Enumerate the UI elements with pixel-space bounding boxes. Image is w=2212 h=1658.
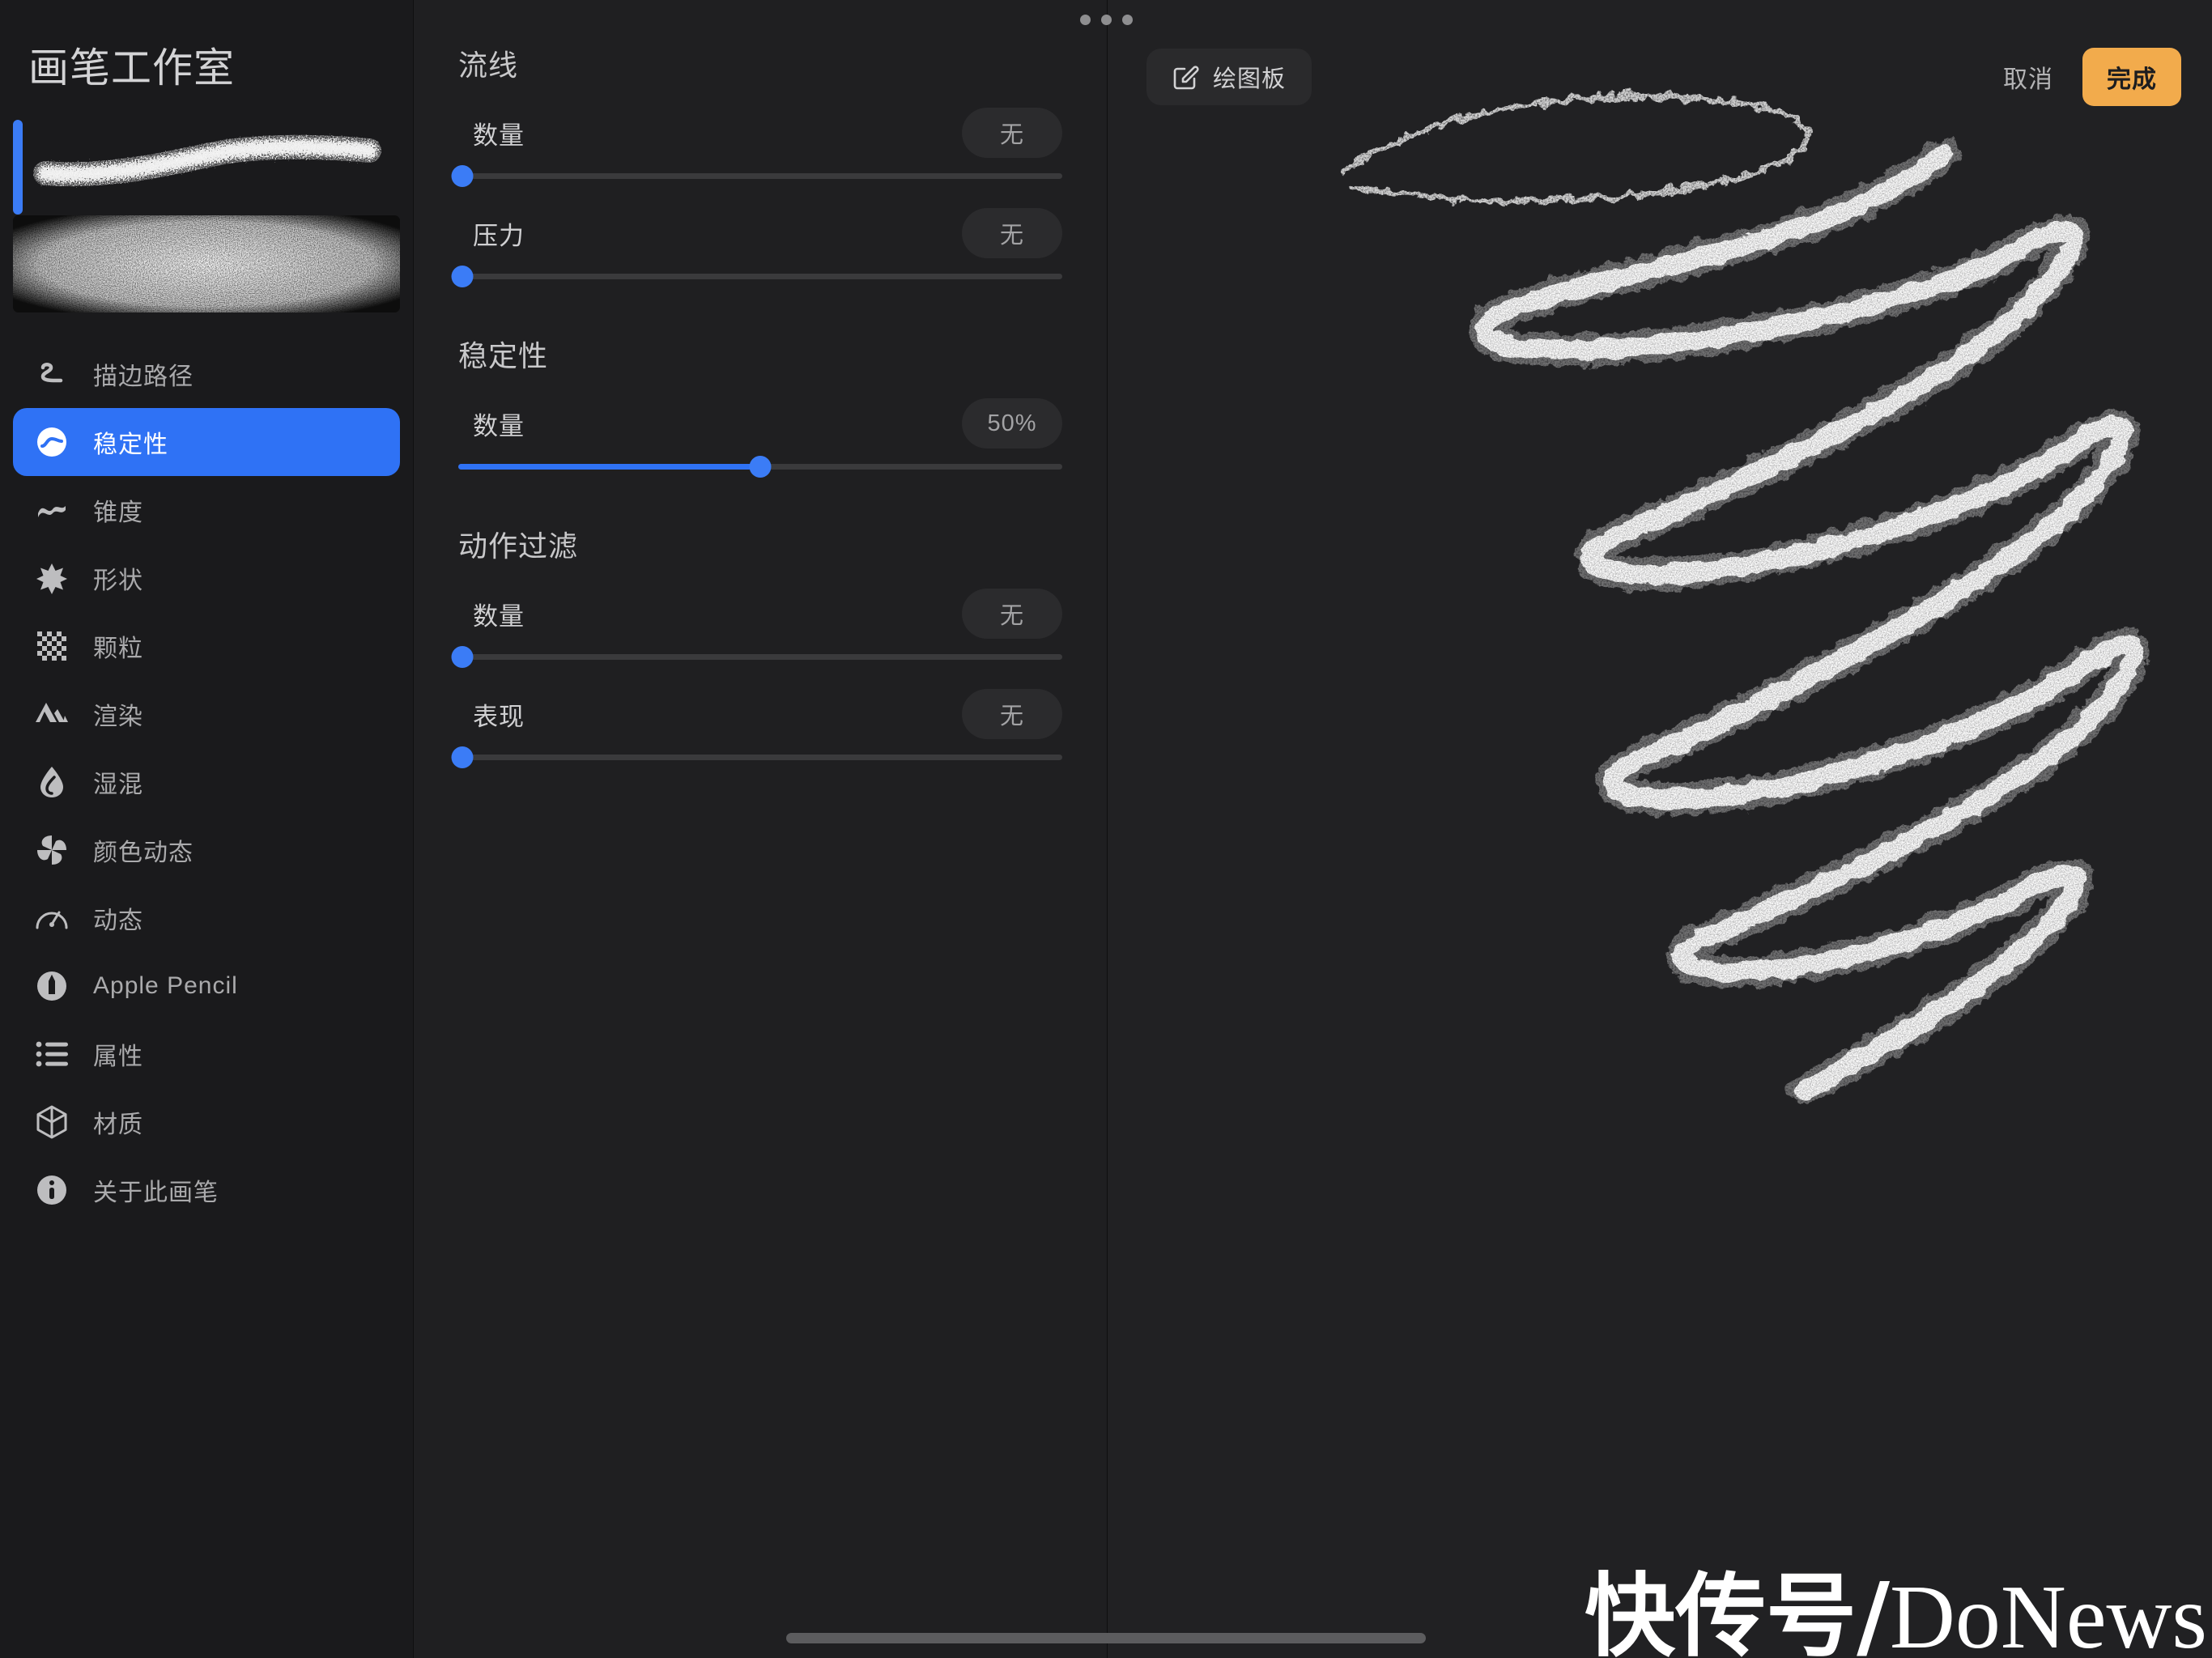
group-title-stabilization: 稳定性 — [458, 339, 549, 372]
sidebar-item-material[interactable]: 材质 — [13, 1088, 400, 1156]
sidebar-item-rendering[interactable]: 渲染 — [13, 680, 400, 748]
sidebar-item-label: 渲染 — [93, 704, 143, 730]
sidebar-item-stroke-path[interactable]: 描边路径 — [13, 340, 400, 408]
slider-thumb[interactable] — [451, 165, 474, 187]
page-title: 画笔工作室 — [28, 45, 235, 91]
slider-thumb[interactable] — [451, 746, 474, 768]
settings-panel: 流线 数量 无 压力 无 稳定性 数量 50% 动作过滤 数量 无 表现 无 — [413, 0, 1108, 1658]
slider-track — [458, 654, 1062, 660]
compose-square-pencil-icon — [1172, 63, 1200, 91]
drawing-pad-button[interactable]: 绘图板 — [1146, 49, 1312, 105]
stroke-path-icon — [35, 357, 69, 391]
rendering-mountains-icon — [35, 697, 69, 731]
sidebar-item-stabilization[interactable]: 稳定性 — [13, 408, 400, 476]
setting-label: 数量 — [473, 602, 525, 631]
drawing-canvas[interactable]: 绘图板 取消 完成 快传号/DoNews — [1108, 0, 2212, 1658]
brush-preview-area — [0, 115, 413, 312]
sidebar-item-label: 稳定性 — [93, 432, 168, 458]
setting-row-streamline-amount: 数量 无 — [451, 106, 1062, 192]
cancel-button[interactable]: 取消 — [2003, 59, 2053, 95]
group-title-streamline: 流线 — [458, 49, 519, 82]
slider-track — [458, 173, 1062, 179]
slider-track — [458, 274, 1062, 279]
setting-row-motion-expression: 表现 无 — [451, 687, 1062, 773]
stabilization-icon — [35, 425, 69, 459]
watermark-en: DoNews — [1890, 1567, 2207, 1658]
setting-row-stabilization-amount: 数量 50% — [458, 397, 1062, 483]
drawing-pad-label: 绘图板 — [1213, 66, 1287, 92]
sidebar-item-dynamics[interactable]: 动态 — [13, 884, 400, 952]
setting-slider[interactable] — [451, 161, 1062, 192]
done-button[interactable]: 完成 — [2082, 48, 2181, 106]
attributes-list-icon — [35, 1037, 69, 1071]
setting-slider[interactable] — [451, 642, 1062, 673]
sidebar-item-wet-mix[interactable]: 湿混 — [13, 748, 400, 816]
material-cube-icon — [35, 1105, 69, 1139]
setting-value-badge[interactable]: 无 — [962, 108, 1062, 158]
slider-thumb[interactable] — [749, 456, 772, 478]
grabber-dot — [1100, 15, 1112, 25]
sidebar-item-apple-pencil[interactable]: Apple Pencil — [13, 952, 400, 1020]
taper-icon — [35, 493, 69, 527]
slider-thumb[interactable] — [451, 266, 474, 287]
stroke-preview[interactable] — [13, 115, 400, 212]
grain-preview-graphic — [13, 215, 400, 312]
sidebar-item-about-brush[interactable]: 关于此画笔 — [13, 1156, 400, 1224]
setting-row-streamline-pressure: 压力 无 — [451, 206, 1062, 292]
brush-studio-window: 画笔工作室 描边路径 稳定性 锥度 形状 颗粒 渲染 湿混 颜色动态 动态 Ap… — [0, 0, 2212, 1658]
sidebar-item-label: 锥度 — [93, 500, 143, 526]
grain-preview[interactable] — [13, 215, 400, 312]
sidebar-item-attributes[interactable]: 属性 — [13, 1020, 400, 1088]
group-title-motion-filter: 动作过滤 — [458, 529, 579, 563]
setting-value-badge[interactable]: 50% — [962, 398, 1062, 449]
shape-star-icon — [35, 561, 69, 595]
setting-value-badge[interactable]: 无 — [962, 208, 1062, 258]
setting-label: 表现 — [473, 702, 525, 731]
grabber-dot — [1121, 15, 1133, 25]
setting-slider[interactable] — [451, 742, 1062, 773]
setting-label: 数量 — [473, 411, 525, 440]
canvas-scribble — [1339, 93, 2150, 1107]
dynamics-gauge-icon — [35, 901, 69, 935]
sidebar-item-label: 形状 — [93, 568, 143, 594]
sidebar-item-label: 颜色动态 — [93, 840, 194, 866]
sidebar-item-label: Apple Pencil — [93, 972, 238, 999]
watermark-cn: 快传号/ — [1585, 1564, 1891, 1658]
watermark: 快传号/DoNews — [1585, 1571, 2207, 1658]
sidebar-item-label: 属性 — [93, 1044, 143, 1070]
setting-slider[interactable] — [458, 452, 1062, 483]
setting-value-badge[interactable]: 无 — [962, 689, 1062, 739]
stroke-preview-graphic — [33, 134, 381, 187]
setting-label: 数量 — [473, 121, 525, 150]
sidebar-item-label: 湿混 — [93, 772, 143, 798]
about-info-icon — [35, 1173, 69, 1207]
sidebar-item-shape[interactable]: 形状 — [13, 544, 400, 612]
sidebar-item-color-dynamics[interactable]: 颜色动态 — [13, 816, 400, 884]
slider-track — [458, 755, 1062, 760]
sidebar-item-label: 关于此画笔 — [93, 1180, 219, 1206]
setting-label: 压力 — [473, 221, 525, 250]
color-dynamics-pinwheel-icon — [35, 833, 69, 867]
sidebar-nav-list: 描边路径 稳定性 锥度 形状 颗粒 渲染 湿混 颜色动态 动态 Apple Pe… — [0, 340, 413, 1224]
window-grabber[interactable] — [0, 15, 2212, 25]
home-indicator[interactable] — [786, 1633, 1426, 1643]
sidebar-item-label: 动态 — [93, 908, 143, 934]
grain-checker-icon — [35, 629, 69, 663]
canvas-toolbar: 绘图板 取消 完成 — [1108, 47, 2212, 107]
sidebar-item-label: 材质 — [93, 1112, 143, 1138]
apple-pencil-icon — [35, 969, 69, 1003]
slider-fill — [458, 464, 760, 470]
setting-slider[interactable] — [451, 261, 1062, 292]
sidebar: 画笔工作室 描边路径 稳定性 锥度 形状 颗粒 渲染 湿混 颜色动态 动态 Ap… — [0, 0, 413, 1658]
grabber-dot — [1079, 15, 1091, 25]
slider-thumb[interactable] — [451, 646, 474, 668]
sidebar-item-label: 颗粒 — [93, 636, 143, 662]
wet-mix-droplet-icon — [35, 765, 69, 799]
setting-value-badge[interactable]: 无 — [962, 589, 1062, 639]
sidebar-item-taper[interactable]: 锥度 — [13, 476, 400, 544]
sidebar-item-grain[interactable]: 颗粒 — [13, 612, 400, 680]
sidebar-item-label: 描边路径 — [93, 363, 194, 390]
setting-row-motion-amount: 数量 无 — [451, 587, 1062, 673]
